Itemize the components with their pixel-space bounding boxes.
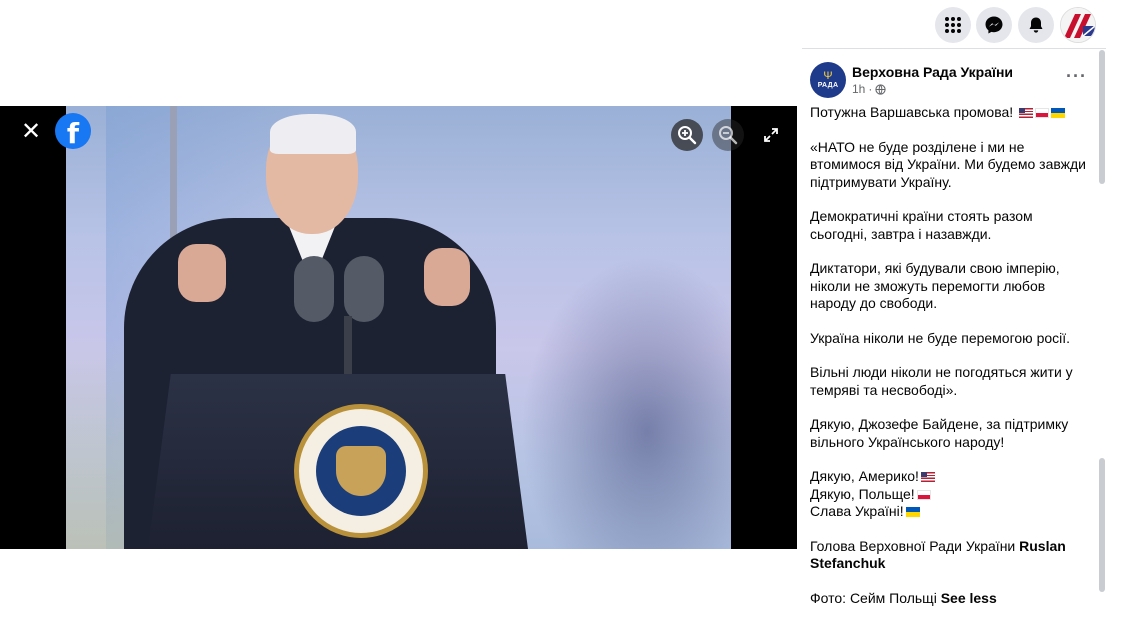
ukraine-flag-icon	[1051, 108, 1066, 118]
photo-microphone-right	[344, 256, 384, 322]
notifications-button[interactable]	[1018, 7, 1054, 43]
scrollbar-thumb-top[interactable]	[1099, 50, 1105, 184]
glory-ukraine: Слава Україні!	[810, 503, 904, 519]
post-paragraph-10: Слава Україні!	[810, 503, 1090, 521]
post-paragraph-7: Дякую, Джозефе Байдене, за підтримку віл…	[810, 416, 1069, 450]
scrollbar-thumb-bottom[interactable]	[1099, 458, 1105, 592]
poland-flag-icon	[1035, 108, 1050, 118]
see-less-link[interactable]: See less	[941, 590, 997, 606]
media-stage: ✕ f	[0, 0, 797, 631]
more-options-button[interactable]: ···	[1066, 66, 1092, 86]
meta-separator: ·	[868, 82, 873, 96]
globe-icon	[875, 83, 886, 95]
more-options-icon: ···	[1066, 66, 1087, 86]
close-button[interactable]: ✕	[16, 116, 46, 146]
post-author[interactable]: Верховна Рада України	[852, 64, 1013, 80]
post-time[interactable]: 1h	[852, 82, 865, 96]
post-paragraph-11: Голова Верховної Ради України Ruslan Ste…	[810, 538, 1090, 573]
page-avatar[interactable]: Ψ РАДА	[810, 62, 846, 98]
thanks-poland: Дякую, Польще!	[810, 485, 915, 502]
photo-left-fist	[178, 244, 226, 302]
post-meta: 1h ·	[852, 82, 886, 96]
signature-prefix: Голова Верховної Ради України	[810, 537, 1020, 554]
messenger-icon	[985, 16, 1003, 34]
post-paragraph-6: Вільні люди ніколи не погодяться жити у …	[810, 364, 1073, 398]
photo-credit: Фото: Сейм Польщі	[810, 589, 941, 606]
post-paragraph-9: Дякую, Польще!	[810, 486, 1090, 504]
profile-avatar-icon	[1061, 8, 1095, 42]
facebook-logo-letter: f	[66, 116, 80, 150]
panel-scrollbar[interactable]	[1099, 48, 1105, 631]
photo-microphone-left	[294, 256, 334, 322]
close-icon: ✕	[20, 117, 42, 145]
zoom-out-button[interactable]	[712, 119, 744, 151]
notifications-bell-icon	[1029, 17, 1043, 33]
zoom-in-icon	[678, 126, 697, 145]
post-text: Потужна Варшавська промова! «НАТО не буд…	[810, 104, 1090, 607]
post-paragraph-8: Дякую, Америко!	[810, 468, 1090, 486]
photo-right-fist	[424, 248, 470, 306]
thanks-america: Дякую, Америко!	[810, 468, 919, 484]
post-paragraph-12: Фото: Сейм Польщі See less	[810, 590, 1090, 608]
facebook-logo-icon[interactable]: f	[55, 113, 91, 150]
post-photo	[66, 106, 731, 549]
post-line-1: Потужна Варшавська промова!	[810, 104, 1014, 120]
photo-crowd	[521, 256, 731, 549]
menu-button[interactable]	[935, 7, 971, 43]
profile-avatar[interactable]	[1060, 7, 1096, 43]
trident-icon: Ψ	[823, 70, 833, 82]
us-flag-icon	[1019, 108, 1034, 118]
menu-grid-icon	[945, 17, 961, 33]
zoom-out-icon	[719, 126, 738, 145]
post-paragraph-1: Потужна Варшавська промова!	[810, 104, 1090, 122]
us-flag-icon	[920, 472, 935, 482]
photo-viewer	[0, 106, 797, 549]
photo-speaker-hair	[270, 114, 356, 154]
post-paragraph-3: Демократичні країни стоять разом сьогодн…	[810, 208, 1033, 242]
post-paragraph-2: «НАТО не буде розділене і ми не втомимос…	[810, 138, 1087, 190]
messenger-button[interactable]	[976, 7, 1012, 43]
poland-flag-icon	[916, 489, 931, 500]
zoom-in-button[interactable]	[671, 119, 703, 151]
fullscreen-button[interactable]	[755, 119, 787, 151]
post-paragraph-4: Диктатори, які будували свою імперію, ні…	[810, 260, 1060, 311]
fullscreen-icon	[764, 128, 778, 142]
avatar-text: РАДА	[817, 82, 839, 89]
photo-seal-eagle	[336, 446, 386, 496]
post-paragraph-5: Україна ніколи не буде перемогою росії.	[810, 329, 1071, 346]
ukraine-flag-icon	[905, 507, 920, 517]
